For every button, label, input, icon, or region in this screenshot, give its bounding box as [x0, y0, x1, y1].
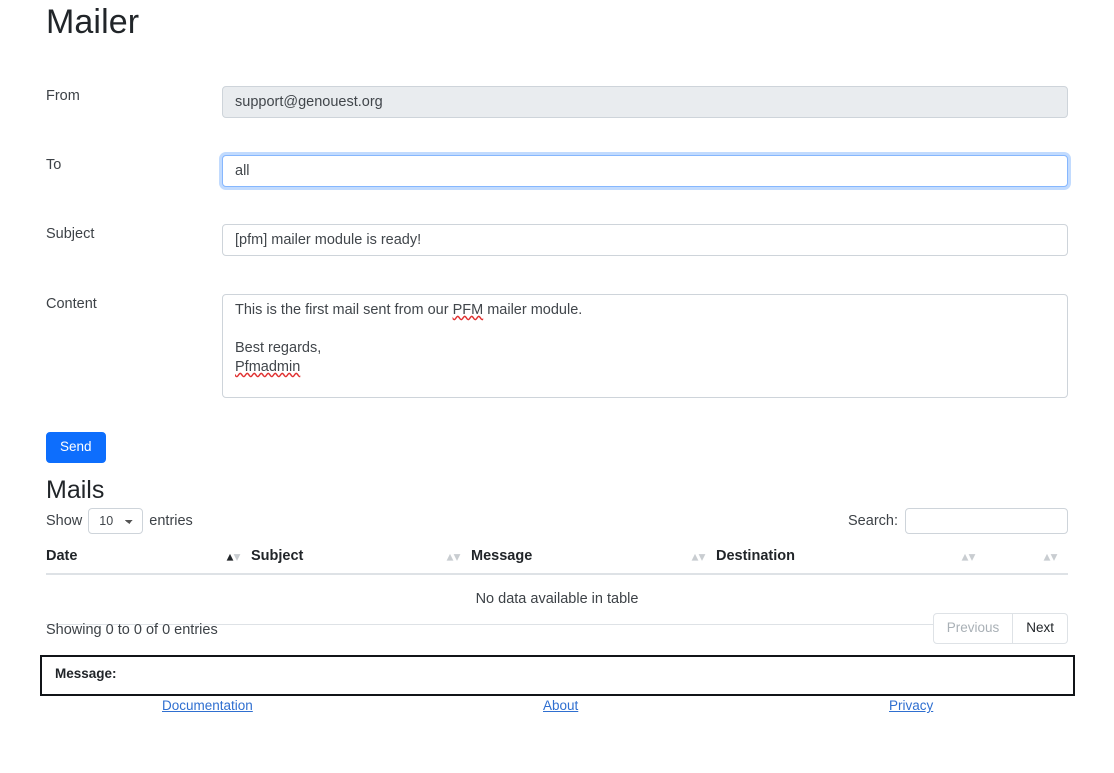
show-label: Show: [46, 513, 83, 529]
entries-label: entries: [149, 513, 193, 529]
to-input[interactable]: [222, 155, 1068, 187]
table-info: Showing 0 to 0 of 0 entries: [46, 622, 218, 638]
content-spell-pfm: PFM: [452, 302, 484, 318]
table-header-actions[interactable]: ▴ ▾: [986, 540, 1068, 575]
subject-label: Subject: [46, 226, 95, 242]
footer-link-privacy[interactable]: Privacy: [889, 697, 933, 715]
content-label: Content: [46, 296, 97, 312]
table-header-label: Date: [46, 548, 78, 564]
mails-table: Date ▴ ▾ Subject ▴ ▾ Message ▴ ▾ Destination ▴ ▾ ▴ ▾ …: [46, 540, 1068, 625]
table-header-destination[interactable]: Destination ▴ ▾: [716, 540, 986, 575]
mails-table-body: No data available in table: [46, 574, 1068, 625]
content-line3: Best regards,: [235, 340, 322, 356]
table-header-date[interactable]: Date ▴ ▾: [46, 540, 251, 575]
sort-icon[interactable]: ▴ ▾: [447, 550, 463, 563]
footer-link-about[interactable]: About: [543, 697, 578, 715]
message-box-label: Message:: [55, 666, 117, 681]
content-spell-pfmadmin: Pfmadmin: [235, 359, 301, 375]
from-input: [222, 86, 1068, 118]
search-input[interactable]: [905, 508, 1068, 534]
search-label: Search:: [848, 513, 898, 529]
mails-heading: Mails: [46, 476, 105, 504]
send-button[interactable]: Send: [46, 432, 106, 463]
table-header-label: Subject: [251, 548, 304, 564]
sort-icon[interactable]: ▴ ▾: [692, 550, 708, 563]
sort-icon[interactable]: ▴ ▾: [962, 550, 978, 563]
to-label: To: [46, 157, 62, 173]
pagination-next-button[interactable]: Next: [1013, 613, 1068, 644]
content-line1-a: This is the first mail sent from our: [235, 302, 453, 318]
empty-message: No data available in table: [46, 574, 1068, 625]
subject-input[interactable]: [222, 224, 1068, 256]
sort-icon[interactable]: ▴ ▾: [1044, 550, 1060, 563]
footer-link-documentation[interactable]: Documentation: [162, 697, 253, 715]
table-pagination: Previous Next: [932, 613, 1068, 644]
table-empty-row: No data available in table: [46, 574, 1068, 625]
content-textarea[interactable]: This is the first mail sent from our PFM…: [222, 294, 1068, 398]
table-search-control: Search:: [848, 508, 1068, 534]
mails-table-head: Date ▴ ▾ Subject ▴ ▾ Message ▴ ▾ Destination ▴ ▾ ▴ ▾: [46, 540, 1068, 575]
content-line1-b: mailer module.: [483, 302, 583, 318]
mailer-page: Mailer From To Subject Content This is t…: [0, 0, 1114, 773]
table-header-label: Message: [471, 548, 533, 564]
table-header-label: Destination: [716, 548, 795, 564]
table-header-message[interactable]: Message ▴ ▾: [471, 540, 716, 575]
table-header-subject[interactable]: Subject ▴ ▾: [251, 540, 471, 575]
entries-per-page-select[interactable]: 102550100: [88, 508, 144, 534]
page-title: Mailer: [46, 3, 140, 41]
table-header-row: Date ▴ ▾ Subject ▴ ▾ Message ▴ ▾ Destination ▴ ▾ ▴ ▾: [46, 540, 1068, 575]
message-box: Message:: [40, 655, 1075, 696]
sort-icon[interactable]: ▴ ▾: [227, 550, 243, 563]
from-label: From: [46, 88, 80, 104]
pagination-previous-button[interactable]: Previous: [932, 613, 1014, 644]
table-length-control: Show 102550100 entries: [46, 508, 193, 534]
footer: Documentation About Privacy: [0, 697, 1114, 721]
